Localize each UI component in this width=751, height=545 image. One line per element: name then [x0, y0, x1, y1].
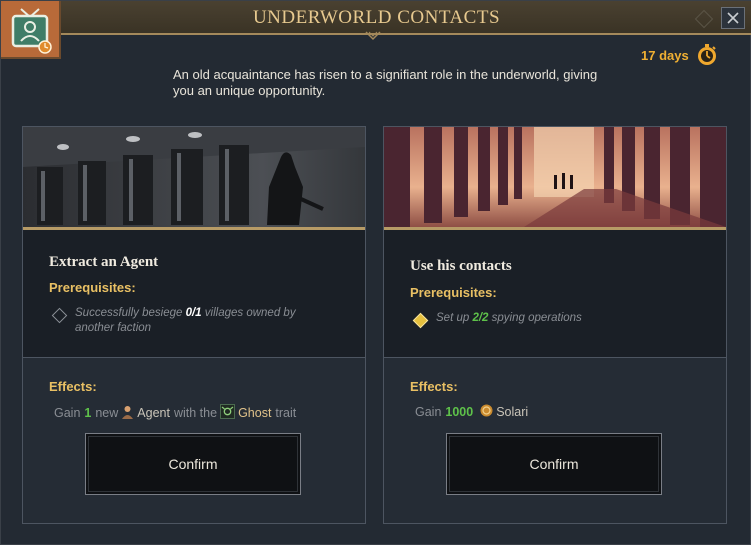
prerequisite-count: 2/2 — [472, 312, 489, 324]
event-window: UNDERWORLD CONTACTS 17 days An old acqua… — [0, 0, 751, 545]
effect-amount: 1 — [84, 406, 92, 420]
option-title: Extract an Agent — [49, 254, 159, 270]
prerequisite-met-icon — [412, 312, 429, 329]
diamond-ornament-icon — [694, 9, 714, 29]
timer-text: 17 days — [641, 47, 689, 63]
effects-heading: Effects: — [49, 379, 97, 394]
title-bar: UNDERWORLD CONTACTS — [1, 1, 751, 41]
option-card-extract-agent: Extract an Agent Prerequisites: Successf… — [22, 126, 366, 524]
stopwatch-icon — [697, 44, 716, 65]
close-button[interactable] — [721, 7, 745, 29]
effects-heading: Effects: — [410, 379, 458, 394]
prerequisite-count: 0/1 — [185, 307, 202, 319]
solari-coin-icon — [480, 404, 493, 420]
event-description: An old acquaintance has risen to a signi… — [173, 67, 598, 98]
option-illustration — [23, 127, 365, 227]
effect-text: Gain 1 new Agent with the Ghost trait — [54, 404, 297, 422]
effect-amount: 1000 — [445, 405, 474, 419]
ghost-trait-icon — [220, 404, 236, 422]
option-card-use-contacts: Use his contacts Prerequisites: Set up 2… — [383, 126, 727, 524]
close-icon — [727, 12, 739, 24]
effect-resource: Agent — [137, 406, 170, 420]
effect-resource: Solari — [496, 405, 529, 419]
confirm-button[interactable]: Confirm — [85, 433, 301, 495]
option-illustration — [384, 127, 726, 227]
card-details: Extract an Agent Prerequisites: Successf… — [23, 230, 365, 358]
effect-text: Gain 1000 Solari — [415, 404, 529, 420]
card-details: Use his contacts Prerequisites: Set up 2… — [384, 230, 726, 358]
prerequisite-text: Set up 2/2 spying operations — [436, 312, 582, 324]
title-ornament-icon — [365, 31, 381, 41]
event-category-icon — [1, 1, 61, 59]
effect-trait: Ghost — [238, 406, 272, 420]
prerequisites-heading: Prerequisites: — [49, 280, 136, 295]
prerequisite-text: Successfully besiege 0/1 villages owned … — [75, 307, 296, 334]
agent-icon — [121, 405, 134, 422]
option-title: Use his contacts — [410, 258, 512, 274]
prerequisite-unmet-icon — [51, 307, 68, 324]
prerequisites-heading: Prerequisites: — [410, 285, 497, 300]
timer: 17 days — [641, 43, 719, 67]
confirm-button[interactable]: Confirm — [446, 433, 662, 495]
window-title: UNDERWORLD CONTACTS — [252, 7, 501, 28]
